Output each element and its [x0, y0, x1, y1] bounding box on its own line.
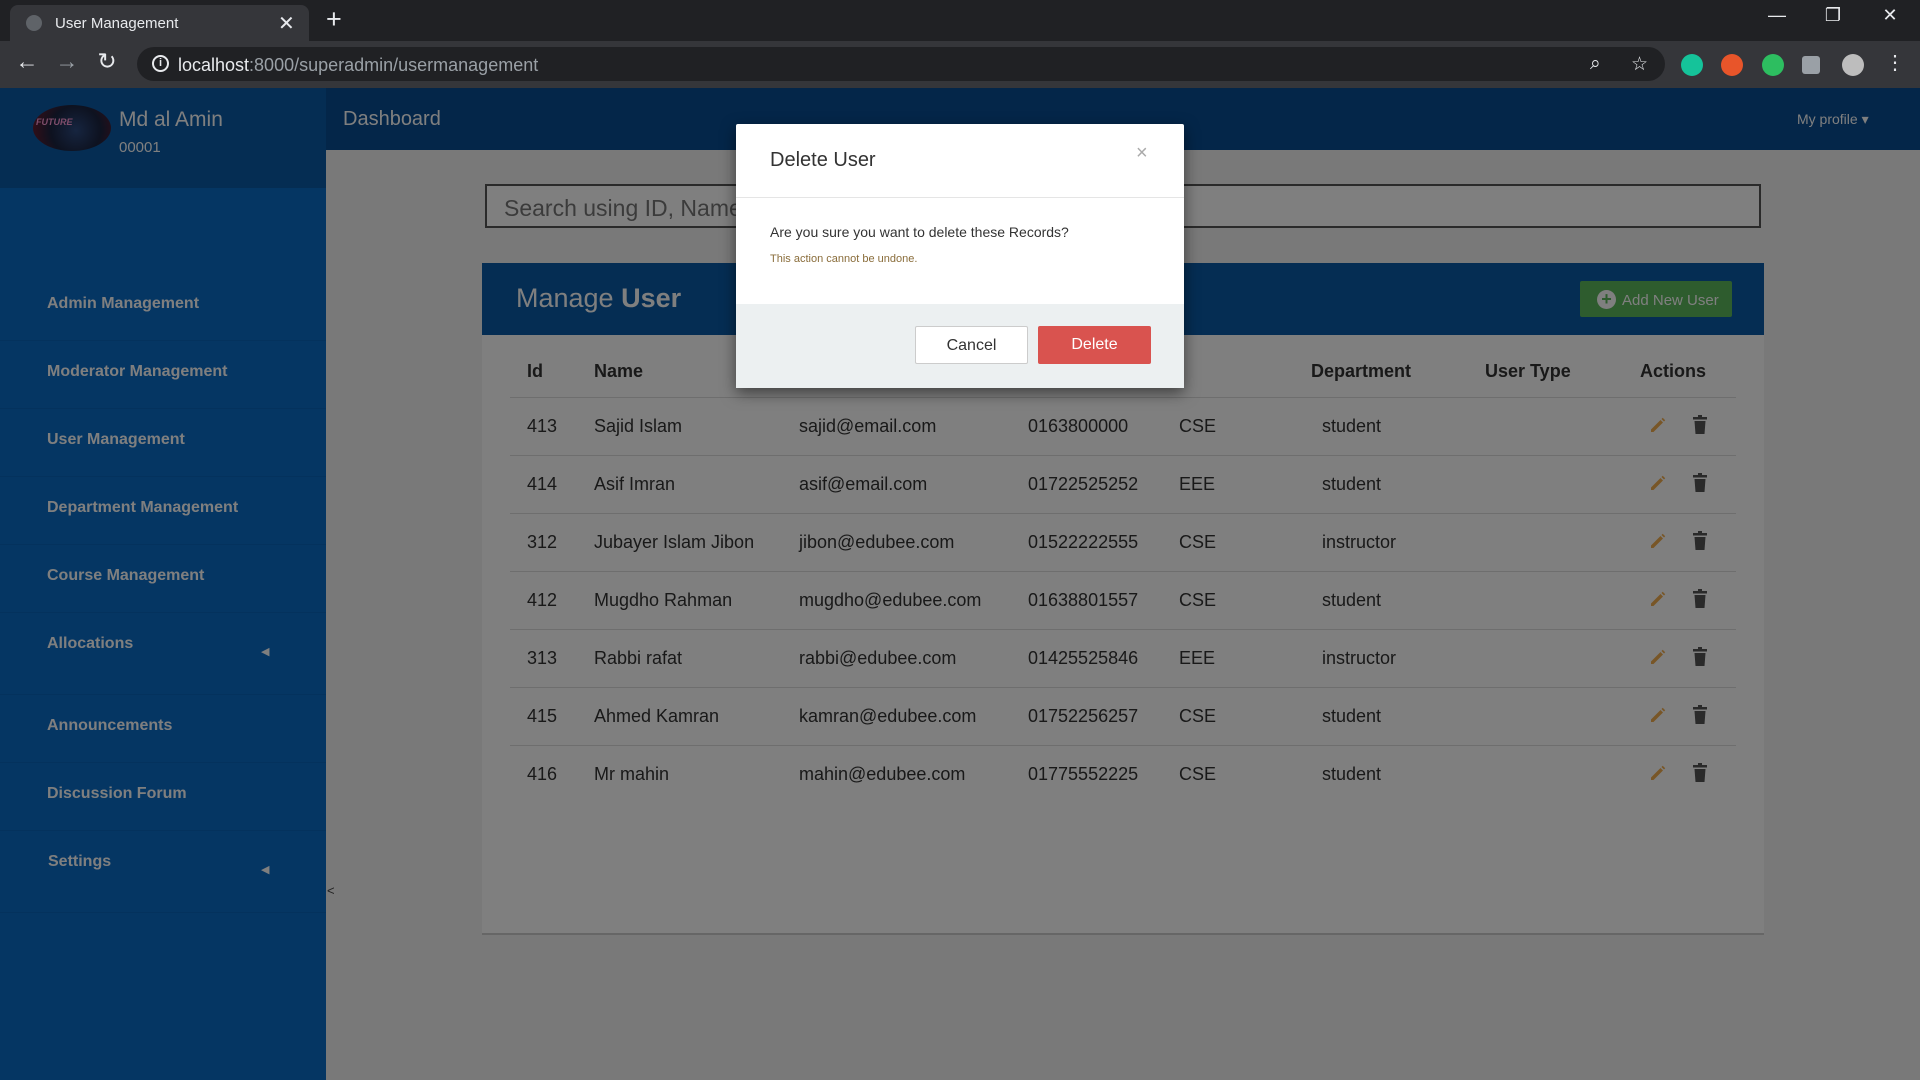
cancel-button-label: Cancel	[946, 337, 997, 354]
modal-warning: This action cannot be undone.	[770, 253, 918, 265]
url-text[interactable]: localhost:8000/superadmin/usermanagement	[178, 55, 538, 76]
modal-header: Delete User ×	[736, 124, 1184, 198]
cancel-button[interactable]: Cancel	[915, 326, 1028, 364]
delete-button[interactable]: Delete	[1038, 326, 1151, 364]
zoom-icon[interactable]: ⌕	[1590, 53, 1601, 75]
app-root: FUTURE Md al Amin 00001 Admin Management…	[0, 88, 1920, 1080]
modal-question: Are you sure you want to delete these Re…	[770, 224, 1069, 240]
bookmark-star-icon[interactable]: ☆	[1631, 53, 1648, 76]
new-tab-button[interactable]: +	[326, 4, 342, 35]
close-tab-icon[interactable]: ✕	[278, 11, 295, 36]
extension-icon[interactable]	[1721, 54, 1743, 76]
browser-tab[interactable]: User Management ✕	[10, 5, 309, 41]
tab-title: User Management	[55, 15, 179, 32]
modal-title: Delete User	[770, 149, 876, 171]
extensions-puzzle-icon[interactable]	[1802, 56, 1820, 74]
reload-icon[interactable]: ↻	[92, 48, 122, 75]
grammarly-extension-icon[interactable]	[1681, 54, 1703, 76]
profile-avatar-icon[interactable]	[1842, 54, 1864, 76]
window-close-icon[interactable]: ✕	[1875, 5, 1905, 26]
forward-icon[interactable]: →	[52, 48, 82, 75]
close-icon[interactable]: ×	[1136, 142, 1148, 165]
site-info-icon[interactable]: i	[152, 55, 169, 72]
evernote-extension-icon[interactable]	[1762, 54, 1784, 76]
restore-icon[interactable]: ❐	[1818, 5, 1848, 26]
globe-icon	[26, 15, 42, 31]
browser-toolbar: ← → ↻ i localhost:8000/superadmin/userma…	[0, 41, 1920, 88]
browser-tabstrip: User Management ✕ + — ❐ ✕	[0, 0, 1920, 41]
address-bar[interactable]: i localhost:8000/superadmin/usermanageme…	[137, 47, 1665, 81]
back-icon[interactable]: ←	[12, 48, 42, 75]
browser-menu-icon[interactable]: ⋮	[1880, 50, 1910, 75]
minimize-icon[interactable]: —	[1762, 5, 1792, 26]
delete-button-label: Delete	[1071, 336, 1118, 353]
delete-user-modal: Delete User × Are you sure you want to d…	[736, 124, 1184, 388]
modal-footer: Cancel Delete	[736, 304, 1184, 388]
